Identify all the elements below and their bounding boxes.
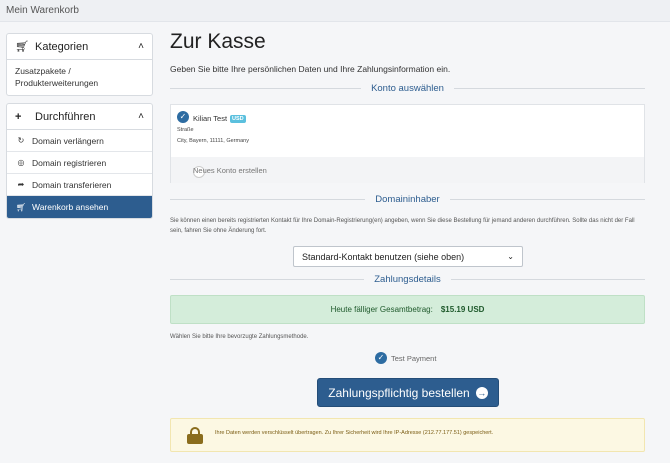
cart-icon: 🛒︎	[15, 202, 27, 212]
page-subtitle: Geben Sie bitte Ihre persönlichen Daten …	[170, 64, 451, 74]
account-option-existing[interactable]: ✓ Kilian Test USD Straße City, Bayern, 11…	[171, 105, 644, 157]
owner-select-value: Standard-Kontakt benutzen (siehe oben)	[302, 251, 465, 262]
check-icon: ✓	[177, 111, 189, 123]
account-name: Kilian Test USD	[193, 114, 246, 123]
order-button-label: Zahlungspflichtig bestellen	[328, 385, 470, 400]
plus-icon: +	[15, 110, 22, 123]
categories-panel: 🛒︎ Kategorien ˄ Zusatzpakete / Produkter…	[6, 33, 153, 96]
sidebar-categories: 🛒︎ Kategorien ˄ Zusatzpakete / Produkter…	[6, 33, 153, 96]
sidebar-item-renew-domain[interactable]: ↻ Domain verlängern	[7, 130, 152, 152]
new-account-label: Neues Konto erstellen	[193, 166, 267, 175]
sidebar-item-label: Domain registrieren	[32, 157, 107, 168]
cart-icon: 🛒︎	[15, 41, 29, 53]
actions-header[interactable]: + Durchführen ˄	[7, 104, 152, 130]
section-owner-label: Domaininhaber	[375, 193, 440, 205]
total-due-box: Heute fälliger Gesamtbetrag: $15.19 USD	[170, 295, 645, 324]
security-text: Ihre Daten werden verschlüsselt übertrag…	[215, 430, 494, 436]
top-bar: Mein Warenkorb	[0, 0, 670, 22]
sidebar-item-view-cart[interactable]: 🛒︎ Warenkorb ansehen	[7, 196, 152, 218]
chevron-up-icon[interactable]: ˄	[138, 41, 144, 52]
chevron-down-icon: ⌄	[507, 252, 514, 261]
sidebar-item-label: Domain verlängern	[32, 135, 104, 146]
currency-badge: USD	[230, 115, 246, 123]
breadcrumb: Mein Warenkorb	[6, 5, 79, 16]
actions-title: Durchführen	[35, 110, 96, 123]
account-option-new[interactable]: Neues Konto erstellen	[171, 157, 644, 183]
actions-panel: + Durchführen ˄ ↻ Domain verlängern ◎ Do…	[6, 103, 153, 219]
account-city: City, Bayern, 11111, Germany	[177, 138, 249, 144]
arrow-right-circle-icon: →	[475, 386, 488, 399]
share-icon: ➦	[17, 180, 25, 189]
category-link[interactable]: Zusatzpakete / Produkterweiterungen	[7, 60, 152, 95]
owner-explanation: Sie können einen bereits registrierten K…	[170, 218, 635, 234]
section-account-heading: Konto auswählen	[170, 81, 646, 95]
check-icon: ✓	[375, 352, 387, 364]
account-name-text: Kilian Test	[193, 114, 228, 123]
section-payment-heading: Zahlungsdetails	[170, 272, 646, 286]
sidebar-actions: + Durchführen ˄ ↻ Domain verlängern ◎ Do…	[6, 103, 153, 219]
total-amount: $15.19 USD	[440, 305, 485, 314]
sidebar-item-label: Domain transferieren	[32, 179, 112, 190]
categories-header[interactable]: 🛒︎ Kategorien ˄	[7, 34, 152, 60]
security-notice: Ihre Daten werden verschlüsselt übertrag…	[170, 418, 645, 452]
sidebar-item-register-domain[interactable]: ◎ Domain registrieren	[7, 152, 152, 174]
refresh-icon: ↻	[17, 136, 25, 145]
section-account-label: Konto auswählen	[371, 82, 444, 94]
payment-hint: Wählen Sie bitte Ihre bevorzugte Zahlung…	[170, 334, 309, 340]
place-order-button[interactable]: Zahlungspflichtig bestellen →	[317, 378, 499, 407]
globe-icon: ◎	[17, 158, 25, 167]
owner-contact-select[interactable]: Standard-Kontakt benutzen (siehe oben) ⌄	[293, 246, 523, 267]
sidebar-item-transfer-domain[interactable]: ➦ Domain transferieren	[7, 174, 152, 196]
categories-title: Kategorien	[35, 40, 89, 53]
lock-icon	[187, 427, 203, 444]
chevron-up-icon[interactable]: ˄	[138, 111, 144, 122]
section-payment-label: Zahlungsdetails	[374, 273, 441, 285]
section-owner-heading: Domaininhaber	[170, 192, 645, 206]
checkout-header: Zur Kasse Geben Sie bitte Ihre persönlic…	[170, 30, 645, 74]
account-street: Straße	[177, 127, 194, 133]
total-label: Heute fälliger Gesamtbetrag:	[330, 305, 433, 314]
payment-option-test[interactable]: ✓ Test Payment	[375, 352, 436, 364]
payment-option-label: Test Payment	[391, 353, 437, 363]
sidebar-item-label: Warenkorb ansehen	[32, 202, 109, 212]
page-title: Zur Kasse	[170, 30, 266, 53]
account-selector: ✓ Kilian Test USD Straße City, Bayern, 11…	[170, 104, 645, 183]
